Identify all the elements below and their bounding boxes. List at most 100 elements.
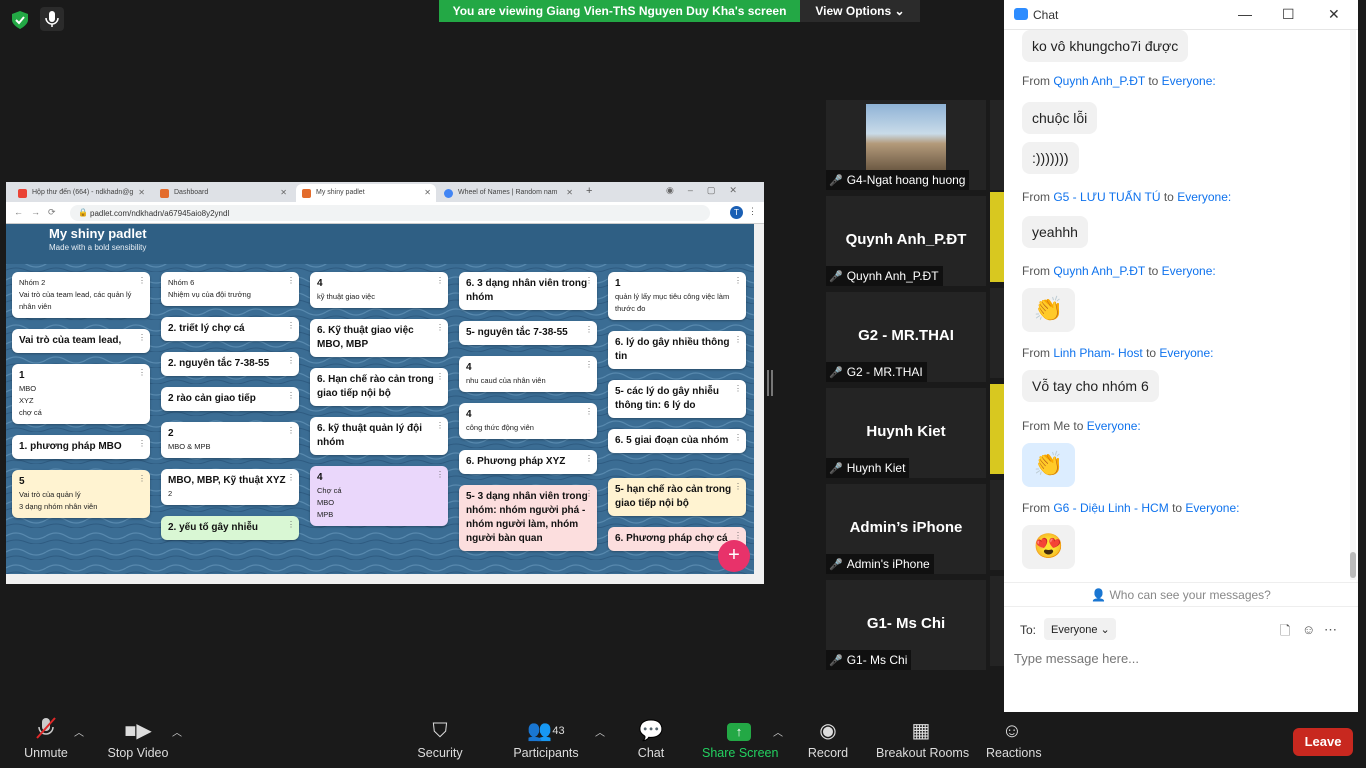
card-menu-icon[interactable]: ⋮ xyxy=(138,275,146,287)
padlet-card[interactable]: ⋮ Vai trò của team lead, xyxy=(12,329,150,353)
share-screen-button[interactable]: ↑ Share Screen xyxy=(702,716,778,760)
card-menu-icon[interactable]: ⋮ xyxy=(138,473,146,485)
card-menu-icon[interactable]: ⋮ xyxy=(436,420,444,432)
padlet-card[interactable]: ⋮ 5- hạn chế rào cản trong giao tiếp nội … xyxy=(608,478,746,516)
padlet-card[interactable]: ⋮ 6. Kỹ thuật giao việc MBO, MBP xyxy=(310,319,448,357)
padlet-card[interactable]: ⋮ 5- nguyên tắc 7-38-55 xyxy=(459,321,597,345)
shared-screen[interactable]: Hộp thư đến (664) - ndkhadn@g ✕ Dashboard… xyxy=(6,182,764,584)
card-menu-icon[interactable]: ⋮ xyxy=(436,371,444,383)
card-menu-icon[interactable]: ⋮ xyxy=(287,390,295,402)
card-menu-icon[interactable]: ⋮ xyxy=(734,383,742,395)
browser-tab[interactable]: Dashboard ✕ xyxy=(154,184,292,202)
chat-scroll-thumb[interactable] xyxy=(1350,552,1356,578)
breakout-rooms-button[interactable]: ▦ Breakout Rooms xyxy=(876,716,969,760)
record-button[interactable]: ◉ Record xyxy=(807,716,849,760)
card-menu-icon[interactable]: ⋮ xyxy=(585,406,593,418)
browser-tab-active[interactable]: My shiny padlet ✕ xyxy=(296,184,436,202)
card-menu-icon[interactable]: ⋮ xyxy=(436,275,444,287)
emoji-icon[interactable]: ☺ xyxy=(1302,622,1315,637)
participant-video-tile[interactable]: 🎤 G4-Ngat hoang huong xyxy=(826,100,986,190)
card-menu-icon[interactable]: ⋮ xyxy=(138,367,146,379)
participant-video-tile[interactable]: Admin’s iPhone 🎤 Admin's iPhone xyxy=(826,484,986,574)
participant-video-tile[interactable]: Quynh Anh_P.ĐT 🎤 Quynh Anh_P.ĐT xyxy=(826,196,986,286)
view-options-button[interactable]: View Options ⌄ xyxy=(800,0,920,22)
card-menu-icon[interactable]: ⋮ xyxy=(138,438,146,450)
url-field[interactable]: 🔒 padlet.com/ndkhadn/a67945aio8y2yndl xyxy=(70,205,710,221)
window-controls-icon[interactable]: ◉–▢✕ xyxy=(666,185,751,196)
padlet-card[interactable]: ⋮ 6. lý do gây nhiều thông tin xyxy=(608,331,746,369)
padlet-card[interactable]: ⋮ 6. Phương pháp XYZ xyxy=(459,450,597,474)
padlet-card[interactable]: ⋮ 2. triết lý chợ cá xyxy=(161,317,299,341)
reactions-button[interactable]: ☺ Reactions xyxy=(986,716,1042,760)
card-menu-icon[interactable]: ⋮ xyxy=(287,355,295,367)
padlet-card[interactable]: ⋮ 5 Vai trò của quản lý 3 dạng nhóm nhân v… xyxy=(12,470,150,518)
chat-messages[interactable]: ko vô khungcho7i được From Quynh Anh_P.ĐT… xyxy=(1004,30,1350,580)
maximize-icon[interactable]: ☐ xyxy=(1282,6,1295,23)
card-menu-icon[interactable]: ⋮ xyxy=(585,275,593,287)
more-menu-icon[interactable]: ⋮ xyxy=(748,206,757,217)
padlet-card[interactable]: ⋮ 5- các lý do gây nhiễu thông tin: 6 lý … xyxy=(608,380,746,418)
card-menu-icon[interactable]: ⋮ xyxy=(734,275,742,287)
vertical-scrollbar[interactable] xyxy=(754,224,764,584)
padlet-card[interactable]: ⋮ 1. phương pháp MBO xyxy=(12,435,150,459)
padlet-card[interactable]: ⋮ 4 Chợ cá MBO MPB xyxy=(310,466,448,526)
padlet-card[interactable]: ⋮ 4 kỹ thuật giao việc xyxy=(310,272,448,308)
card-menu-icon[interactable]: ⋮ xyxy=(287,425,295,437)
padlet-card[interactable]: ⋮ 5- 3 dạng nhân viên trong nhóm: nhóm ng… xyxy=(459,485,597,551)
padlet-card[interactable]: ⋮ 2 MBO & MPB xyxy=(161,422,299,458)
participant-video-tile[interactable]: G1- Ms Chi 🎤 G1- Ms Chi xyxy=(826,580,986,670)
unmute-button[interactable]: Unmute xyxy=(22,716,70,760)
security-button[interactable]: ⛉ Security xyxy=(416,716,464,760)
padlet-card[interactable]: ⋮ Nhóm 2 Vai trò của team lead, các quản … xyxy=(12,272,150,318)
chat-button[interactable]: 💬 Chat xyxy=(634,716,668,760)
close-icon[interactable]: ✕ xyxy=(566,188,573,197)
card-menu-icon[interactable]: ⋮ xyxy=(138,332,146,344)
browser-tab[interactable]: Wheel of Names | Random nam ✕ xyxy=(438,184,578,202)
recipient-dropdown[interactable]: Everyone ⌄ xyxy=(1044,618,1116,640)
share-options-caret-icon[interactable]: ︿ xyxy=(773,724,783,739)
audio-options-caret-icon[interactable]: ︿ xyxy=(74,724,84,739)
padlet-card[interactable]: ⋮ 6. 5 giai đoạn của nhóm xyxy=(608,429,746,453)
chat-message-input[interactable] xyxy=(1014,647,1344,669)
card-menu-icon[interactable]: ⋮ xyxy=(585,488,593,500)
add-post-button[interactable]: + xyxy=(718,540,750,572)
participant-video-tile[interactable]: Huynh Kiet 🎤 Huynh Kiet xyxy=(826,388,986,478)
card-menu-icon[interactable]: ⋮ xyxy=(734,481,742,493)
participants-button[interactable]: 👥43 Participants xyxy=(512,716,580,760)
padlet-card[interactable]: ⋮ 6. kỹ thuật quản lý đội nhóm xyxy=(310,417,448,455)
who-can-see-link[interactable]: 👤 Who can see your messages? xyxy=(1004,582,1358,606)
sender-name[interactable]: G5 - LƯU TUẤN TÚ xyxy=(1053,190,1160,204)
panel-resize-handle[interactable] xyxy=(767,370,773,396)
more-icon[interactable]: ⋯ xyxy=(1324,622,1337,638)
card-menu-icon[interactable]: ⋮ xyxy=(436,469,444,481)
horizontal-scrollbar[interactable] xyxy=(6,574,754,584)
padlet-card[interactable]: ⋮ 2 rào cản giao tiếp xyxy=(161,387,299,411)
sender-name[interactable]: Quynh Anh_P.ĐT xyxy=(1053,74,1145,88)
security-shield-icon[interactable] xyxy=(12,11,28,29)
close-icon[interactable]: ✕ xyxy=(138,188,145,197)
padlet-card[interactable]: ⋮ 1 MBO XYZ chợ cá xyxy=(12,364,150,424)
leave-button[interactable]: Leave xyxy=(1293,728,1353,756)
participant-video-tile[interactable]: G2 - MR.THAI 🎤 G2 - MR.THAI xyxy=(826,292,986,382)
new-tab-icon[interactable]: + xyxy=(586,185,592,197)
padlet-card[interactable]: ⋮ 1 quản lý lấy mục tiêu công việc làm thư… xyxy=(608,272,746,320)
padlet-card[interactable]: ⋮ 2. yếu tố gây nhiễu xyxy=(161,516,299,540)
padlet-card[interactable]: ⋮ MBO, MBP, Kỹ thuật XYZ 2 xyxy=(161,469,299,505)
padlet-card[interactable]: ⋮ 6. 3 dạng nhân viên trong nhóm xyxy=(459,272,597,310)
card-menu-icon[interactable]: ⋮ xyxy=(287,519,295,531)
card-menu-icon[interactable]: ⋮ xyxy=(287,275,295,287)
close-icon[interactable]: ✕ xyxy=(280,188,287,197)
card-menu-icon[interactable]: ⋮ xyxy=(436,322,444,334)
padlet-card[interactable]: ⋮ 6. Hạn chế rào cản trong giao tiếp nội … xyxy=(310,368,448,406)
card-menu-icon[interactable]: ⋮ xyxy=(287,320,295,332)
chat-scrollbar[interactable] xyxy=(1350,30,1356,580)
sender-name[interactable]: G6 - Diệu Linh - HCM xyxy=(1053,501,1168,515)
browser-tab[interactable]: Hộp thư đến (664) - ndkhadn@g ✕ xyxy=(12,184,150,202)
minimize-icon[interactable]: — xyxy=(1238,6,1252,22)
padlet-card[interactable]: ⋮ Nhóm 6 Nhiệm vụ của đội trưởng xyxy=(161,272,299,306)
card-menu-icon[interactable]: ⋮ xyxy=(585,359,593,371)
nav-arrows-icon[interactable]: ←→⟳ xyxy=(14,207,64,218)
video-options-caret-icon[interactable]: ︿ xyxy=(172,724,182,739)
card-menu-icon[interactable]: ⋮ xyxy=(585,324,593,336)
profile-avatar[interactable]: T xyxy=(730,206,743,219)
